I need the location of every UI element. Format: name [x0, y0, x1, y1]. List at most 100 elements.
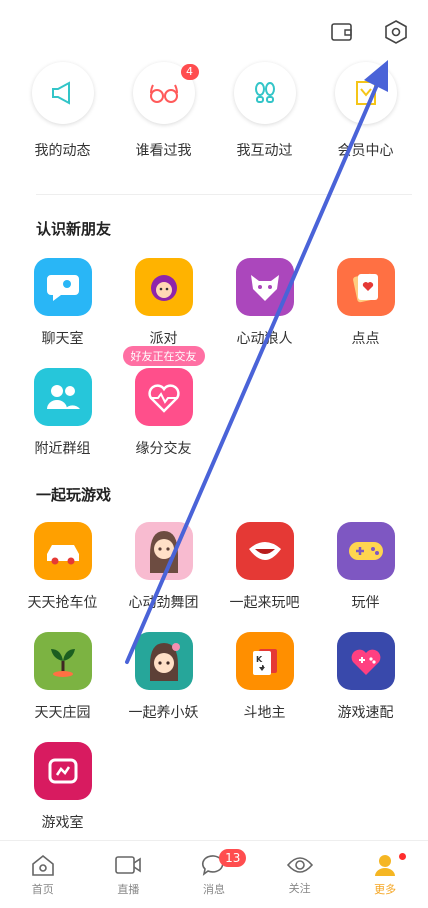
settings-button[interactable] [382, 18, 410, 46]
quick-badge: 4 [180, 64, 199, 80]
megaphone-icon [51, 81, 70, 105]
games-row-2: 天天庄园 一起养小妖 K 斗地主 游戏速配 [12, 632, 416, 722]
tile-icon-box [336, 522, 395, 580]
tile-label: 玩伴 [351, 595, 380, 611]
quick-vip-center[interactable]: 会员中心 [315, 62, 416, 160]
quick-my-posts[interactable]: 我的动态 [12, 62, 113, 160]
tile-label: 附近群组 [34, 441, 91, 457]
quick-label: 会员中心 [337, 143, 394, 159]
group-icon [46, 385, 80, 409]
tile-icon-box: K [235, 632, 294, 690]
mouth-icon [248, 542, 281, 560]
section-title-games: 一起玩游戏 [36, 486, 112, 504]
tile-label: 一起养小妖 [128, 705, 199, 721]
car-icon [46, 545, 79, 565]
more-icon [375, 854, 396, 876]
tile-icon-box [134, 522, 193, 580]
wallet-icon [331, 23, 352, 41]
tile-play-together[interactable]: 一起来玩吧 [214, 522, 315, 612]
tile-icon-box [336, 258, 395, 316]
tile-dance[interactable]: 心动劲舞团 [113, 522, 214, 612]
quick-who-viewed[interactable]: 4 谁看过我 [113, 62, 214, 160]
sprout-icon [50, 649, 75, 677]
nav-label: 关注 [288, 881, 311, 895]
tile-icon-box [336, 632, 395, 690]
quick-label: 我的动态 [34, 143, 91, 159]
top-actions [328, 18, 410, 46]
tile-dots[interactable]: 点点 [315, 258, 416, 348]
tile-parking[interactable]: 天天抢车位 [12, 522, 113, 612]
tile-landlord[interactable]: K 斗地主 [214, 632, 315, 722]
tile-promo-badge: 好友正在交友 [122, 346, 205, 366]
tile-playmate[interactable]: 玩伴 [315, 522, 416, 612]
games-row-1: 天天抢车位 心动劲舞团 一起来玩吧 玩伴 [12, 522, 416, 612]
nav-label: 更多 [374, 882, 397, 896]
nav-messages[interactable]: 13 消息 [171, 841, 257, 908]
tile-label: 一起来玩吧 [229, 595, 300, 611]
tile-icon-box [33, 632, 92, 690]
tile-label: 游戏室 [41, 815, 84, 831]
eye-icon [286, 856, 313, 873]
tile-icon-box [134, 632, 193, 690]
svg-text:K: K [256, 655, 263, 664]
nav-notify-dot [398, 853, 406, 860]
tile-label: 派对 [149, 331, 178, 347]
quick-icon-circle: 4 [132, 62, 199, 124]
tile-game-room[interactable]: 游戏室 [12, 742, 113, 832]
tile-label: 聊天室 [41, 331, 84, 347]
tile-label: 斗地主 [243, 705, 286, 721]
glasses-icon [149, 84, 178, 103]
divider [36, 194, 412, 195]
nav-label: 首页 [31, 882, 54, 896]
friends-row-2: 附近群组 好友正在交友 缘分交友 [12, 346, 214, 458]
quick-icon-circle [233, 62, 296, 124]
nav-follow[interactable]: 关注 [257, 841, 343, 908]
wolf-icon [250, 275, 279, 301]
quick-label: 谁看过我 [135, 143, 192, 159]
section-title-friends: 认识新朋友 [36, 220, 112, 238]
nav-more[interactable]: 更多 [342, 841, 428, 908]
tile-fate-friends[interactable]: 好友正在交友 缘分交友 [113, 346, 214, 458]
cards-heart-icon [352, 273, 378, 303]
nav-live[interactable]: 直播 [86, 841, 172, 908]
settings-hex-icon [385, 20, 407, 44]
chat-room-icon [46, 275, 79, 301]
tile-icon-box [33, 522, 92, 580]
nav-home[interactable]: 首页 [0, 841, 86, 908]
tile-icon-box [235, 522, 294, 580]
game-room-icon [48, 758, 77, 784]
nav-label: 直播 [117, 882, 140, 896]
friends-row-1: 聊天室 派对 心动狼人 点点 [12, 258, 416, 348]
tile-label: 天天抢车位 [27, 595, 98, 611]
tile-label: 缘分交友 [135, 441, 192, 457]
nav-unread-badge: 13 [219, 849, 247, 867]
tile-game-match[interactable]: 游戏速配 [315, 632, 416, 722]
tile-icon-box [33, 742, 92, 800]
party-icon [150, 275, 177, 301]
tile-icon-box [134, 368, 193, 426]
games-row-3: 游戏室 [12, 742, 113, 832]
tile-chat-room[interactable]: 聊天室 [12, 258, 113, 348]
quick-icon-circle [31, 62, 94, 124]
nav-label: 消息 [202, 882, 225, 896]
tile-icon-box [33, 368, 92, 426]
quick-actions: 我的动态 4 谁看过我 我互动过 会员中心 [0, 62, 428, 160]
tile-raise-sprite[interactable]: 一起养小妖 [113, 632, 214, 722]
tile-label: 游戏速配 [337, 705, 394, 721]
tile-icon-box [134, 258, 193, 316]
dancer-icon [149, 531, 178, 573]
heart-icon [147, 384, 180, 413]
tile-label: 天天庄园 [34, 705, 91, 721]
tile-farm[interactable]: 天天庄园 [12, 632, 113, 722]
home-icon [31, 854, 54, 876]
quick-icon-circle [334, 62, 397, 124]
tile-nearby-groups[interactable]: 附近群组 [12, 368, 113, 458]
tile-label: 点点 [351, 331, 380, 347]
tile-wolf[interactable]: 心动狼人 [214, 258, 315, 348]
wallet-button[interactable] [328, 18, 356, 46]
bottom-nav: 首页 直播 13 消息 关注 更多 [0, 840, 428, 908]
quick-interacted[interactable]: 我互动过 [214, 62, 315, 160]
vip-icon [355, 81, 376, 105]
tile-party[interactable]: 派对 [113, 258, 214, 348]
heart-gamepad-icon [351, 649, 380, 675]
